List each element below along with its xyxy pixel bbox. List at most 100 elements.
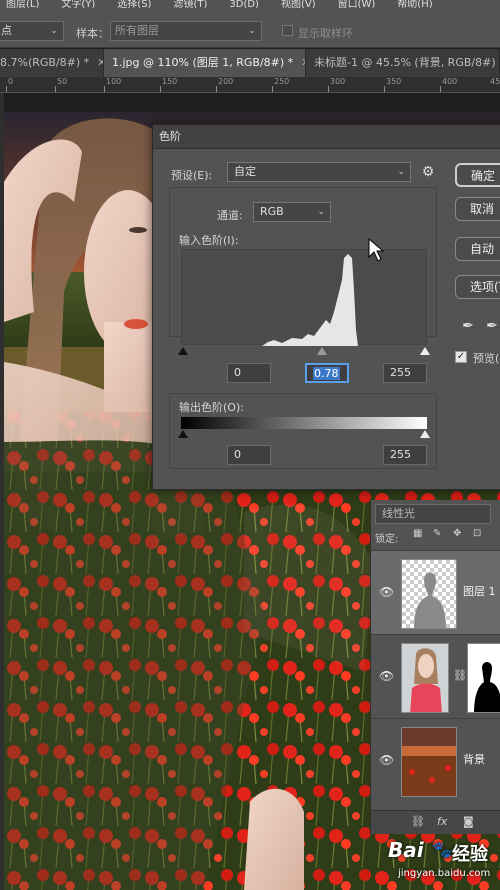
layer-mask-thumbnail[interactable] [467, 643, 500, 713]
ruler-tick: 50 [57, 77, 68, 86]
link-icon[interactable]: ⛓ [411, 815, 425, 828]
menu-item-window[interactable]: 窗口(W) [338, 0, 376, 12]
menu-item-type[interactable]: 文字(Y) [61, 0, 95, 12]
ruler-tick: 250 [274, 77, 290, 86]
layers-panel: 线性光 锁定: ▦ ✎ ✥ ⊡ 👁 图层 1 👁 ⛓ 👁 背景 ⛓ fx ◙ [370, 500, 500, 834]
layer-row-masked[interactable]: 👁 ⛓ [371, 634, 500, 718]
show-ring-checkbox[interactable] [282, 25, 293, 36]
horizontal-ruler[interactable]: 0 50 100 150 200 250 300 350 400 450 [0, 77, 500, 93]
fx-icon[interactable]: fx [437, 815, 447, 828]
output-black-field[interactable]: 0 [227, 445, 271, 465]
tab-doc-2[interactable]: 1.jpg @ 110% (图层 1, RGB/8#) *✕ [104, 49, 306, 77]
watermark-cn: 经验 [452, 844, 488, 865]
ruler-tick: 450 [490, 77, 500, 86]
preview-label: 预览(P) [473, 352, 500, 365]
output-black-value: 0 [234, 448, 241, 461]
menu-item-3d[interactable]: 3D(D) [229, 0, 259, 12]
sample-value: 所有图层 [115, 24, 159, 37]
chevron-down-icon: ⌄ [397, 167, 405, 177]
sample-select[interactable]: 所有图层 ⌄ [110, 21, 262, 41]
output-white-slider[interactable] [420, 430, 430, 438]
layer-row-layer1[interactable]: 👁 图层 1 [371, 550, 500, 634]
histogram [181, 249, 427, 346]
background-thumb [402, 728, 456, 796]
ruler-line [328, 86, 329, 92]
ruler-line [216, 86, 217, 92]
sample-size-select[interactable]: 点 ⌄ [0, 21, 64, 41]
input-gamma-field[interactable]: 0.78 [305, 363, 349, 383]
ruler-line [6, 86, 7, 92]
layer-name: 图层 1 [463, 585, 496, 598]
portrait-thumb [402, 644, 448, 712]
ok-label: 确定 [471, 169, 496, 183]
lock-move-icon[interactable]: ✥ [453, 528, 461, 539]
preset-select[interactable]: 自定 ⌄ [227, 162, 411, 182]
black-eyedropper-icon[interactable]: ✒ [459, 317, 477, 335]
layer-thumbnail [401, 727, 457, 797]
visibility-eye-icon[interactable]: 👁 [379, 669, 394, 683]
ruler-tick: 100 [106, 77, 122, 86]
input-levels-label: 输入色阶(I): [179, 234, 239, 247]
output-gradient [181, 417, 427, 429]
ruler-tick: 0 [8, 77, 14, 86]
menu-item-filter[interactable]: 滤镜(T) [173, 0, 207, 12]
ruler-line [104, 86, 105, 92]
mask-icon[interactable]: ◙ [463, 815, 474, 828]
show-ring-label: 显示取样环 [298, 27, 353, 40]
blend-mode-select[interactable]: 线性光 [375, 504, 491, 524]
tab-doc-1[interactable]: 8.7%(RGB/8#) * ✕ [0, 49, 104, 77]
ruler-line [160, 86, 161, 92]
close-icon[interactable]: ✕ [97, 49, 103, 77]
preview-checkbox[interactable]: ✓ [455, 351, 467, 363]
layer-row-background[interactable]: 👁 背景 [371, 718, 500, 802]
input-gamma-value: 0.78 [313, 367, 340, 380]
layers-footer: ⛓ fx ◙ [371, 810, 500, 834]
input-black-field[interactable]: 0 [227, 363, 271, 383]
gray-eyedropper-icon[interactable]: ✒ [483, 317, 500, 335]
visibility-eye-icon[interactable]: 👁 [379, 585, 394, 599]
mask-silhouette [474, 662, 500, 712]
input-white-field[interactable]: 255 [383, 363, 427, 383]
dialog-title[interactable]: 色阶 [153, 125, 500, 149]
preset-label: 预设(E): [171, 169, 213, 182]
input-black-value: 0 [234, 366, 241, 379]
menu-item-view[interactable]: 视图(V) [281, 0, 316, 12]
lock-paint-icon[interactable]: ✎ [433, 528, 441, 539]
ruler-tick: 400 [442, 77, 458, 86]
auto-label: 自动 [470, 242, 495, 256]
cursor-arrow-icon [368, 237, 385, 262]
channel-select[interactable]: RGB ⌄ [253, 202, 331, 222]
tab-label: 未标题-1 @ 45.5% (背景, RGB/8#) * [314, 56, 500, 69]
gear-icon[interactable]: ⚙ [419, 163, 437, 181]
input-gamma-slider[interactable] [317, 347, 327, 355]
lock-transparency-icon[interactable]: ▦ [413, 528, 422, 539]
output-black-slider[interactable] [178, 430, 188, 438]
ruler-tick: 200 [218, 77, 234, 86]
lock-row: 锁定: ▦ ✎ ✥ ⊡ [371, 526, 500, 548]
chevron-down-icon: ⌄ [50, 26, 58, 36]
input-black-slider[interactable] [178, 347, 188, 355]
watermark-url: jingyan.baidu.com [398, 868, 491, 879]
input-white-slider[interactable] [420, 347, 430, 355]
baidu-watermark: Bai 🐾 经验 jingyan.baidu.com [382, 838, 500, 884]
sample-size-value: 点 [1, 24, 12, 37]
lock-artboard-icon[interactable]: ⊡ [473, 528, 481, 539]
link-icon[interactable]: ⛓ [453, 669, 467, 682]
ruler-tick: 350 [386, 77, 402, 86]
output-white-field[interactable]: 255 [383, 445, 427, 465]
cancel-button[interactable]: 取消 [455, 197, 500, 221]
tab-doc-3[interactable]: 未标题-1 @ 45.5% (背景, RGB/8#) * [306, 49, 500, 77]
menu-item-select[interactable]: 选择(S) [117, 0, 151, 12]
ok-button[interactable]: 确定 [455, 163, 500, 187]
ruler-line [272, 86, 273, 92]
visibility-eye-icon[interactable]: 👁 [379, 753, 394, 767]
menu-item-help[interactable]: 帮助(H) [397, 0, 432, 12]
channel-label: 通道: [217, 209, 243, 222]
ruler-tick: 300 [330, 77, 346, 86]
auto-button[interactable]: 自动 [455, 237, 500, 261]
menu-item-layer[interactable]: 图层(L) [6, 0, 39, 12]
menu-bar: 图层(L) 文字(Y) 选择(S) 滤镜(T) 3D(D) 视图(V) 窗口(W… [0, 0, 500, 12]
photoshop-window: { "menu": ["图层(L)", "文字(Y)", "选择(S)", "滤… [0, 0, 500, 890]
options-button[interactable]: 选项(T)... [455, 275, 500, 299]
lock-label: 锁定: [375, 534, 399, 545]
